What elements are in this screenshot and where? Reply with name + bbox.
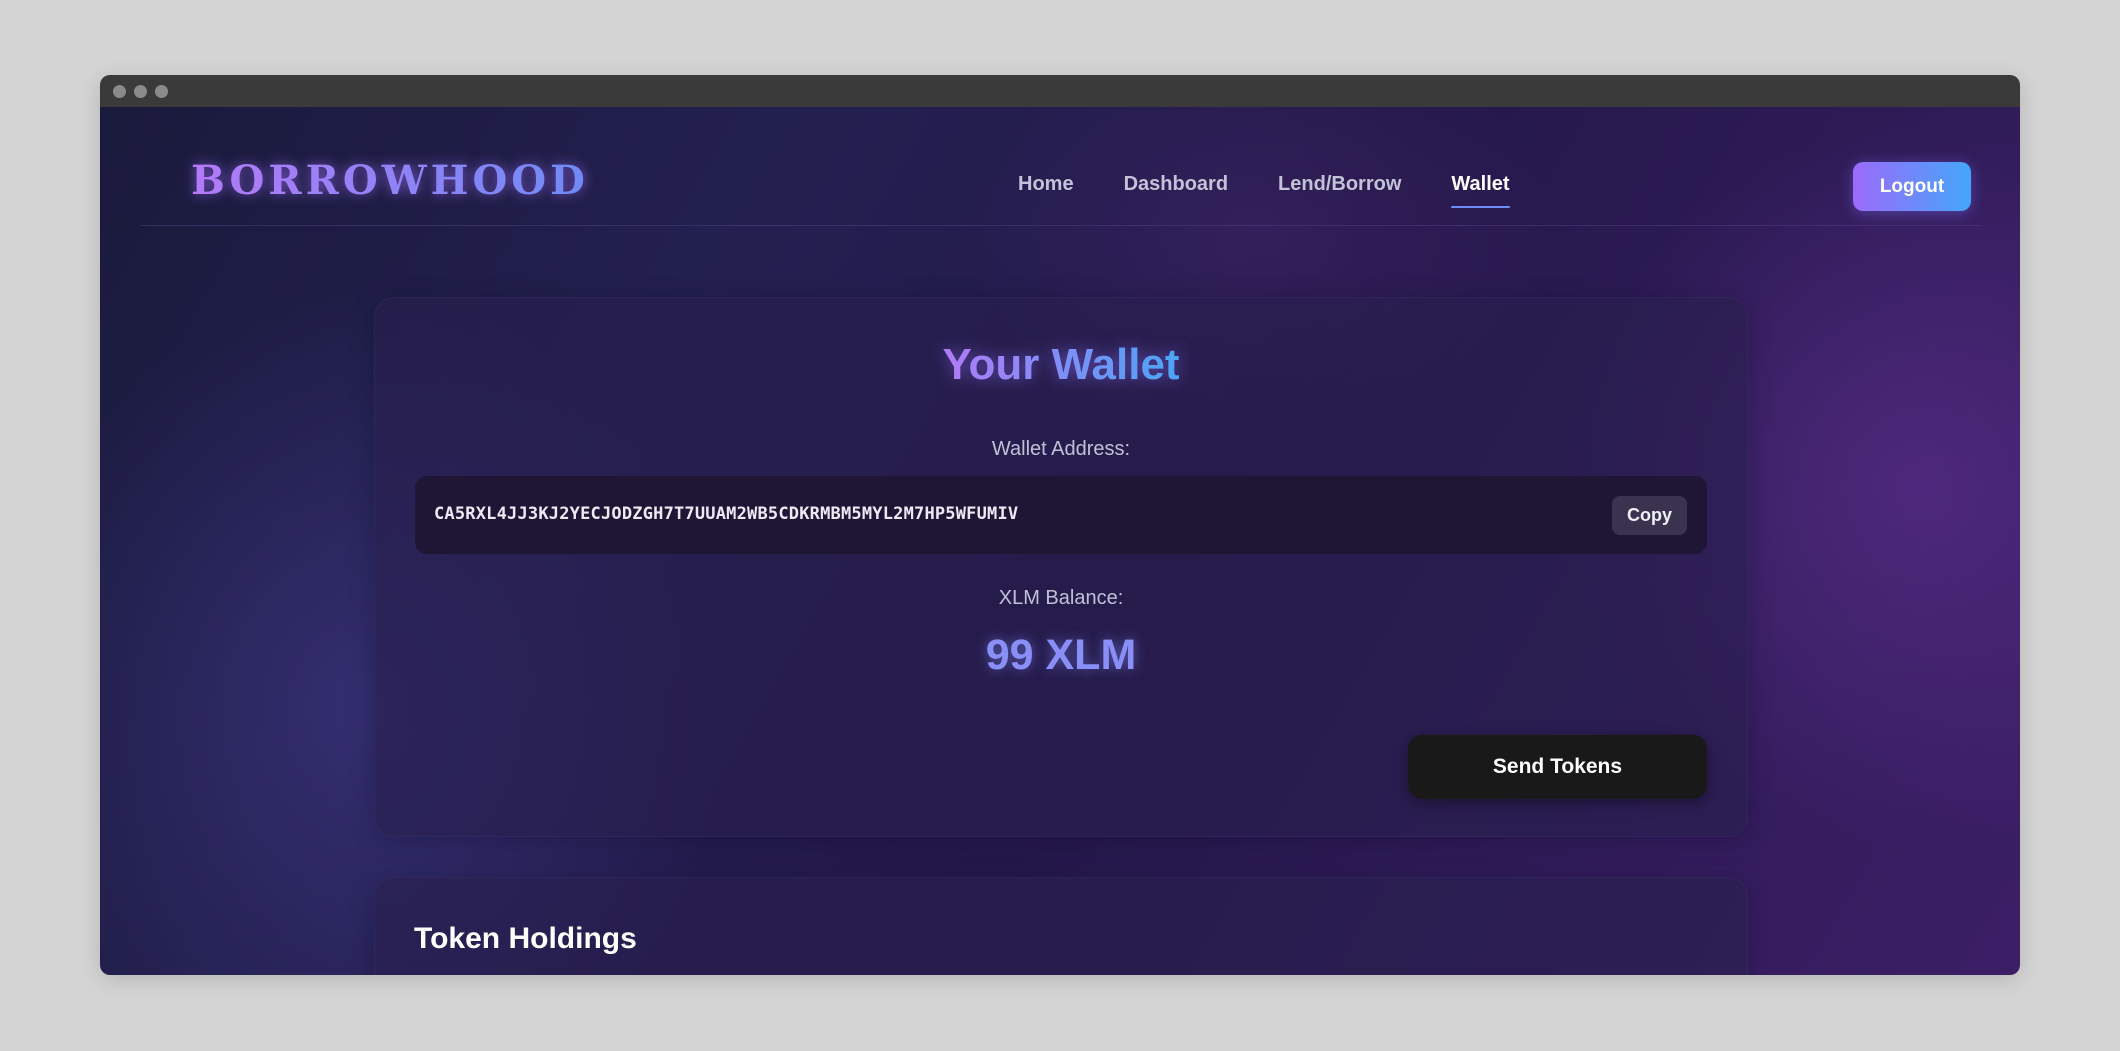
browser-window: BORROWHOOD Home Dashboard Lend/Borrow Wa… (100, 75, 2020, 975)
copy-address-button[interactable]: Copy (1612, 496, 1687, 535)
xlm-balance-label: XLM Balance: (998, 587, 1124, 609)
wallet-address-box: CA5RXL4JJ3KJ2YECJODZGH7T7UUAM2WB5CDKRMBM… (415, 476, 1707, 554)
nav-link-home[interactable]: Home (1018, 173, 1074, 208)
window-dot-close[interactable] (113, 84, 126, 98)
nav-link-dashboard[interactable]: Dashboard (1124, 173, 1228, 208)
token-holdings-card: Token Holdings (374, 877, 1748, 975)
nav-link-lend-borrow[interactable]: Lend/Borrow (1278, 173, 1401, 208)
xlm-balance-value: 99 XLM (985, 631, 1137, 679)
window-titlebar (100, 75, 2020, 107)
send-tokens-button[interactable]: Send Tokens (1408, 735, 1707, 799)
brand-logo[interactable]: BORROWHOOD (191, 161, 589, 201)
page-title-text: Your Wallet (942, 340, 1180, 389)
main-menu: Home Dashboard Lend/Borrow Wallet (1018, 173, 1510, 208)
nav-link-wallet[interactable]: Wallet (1451, 173, 1510, 208)
page-title: Your Wallet (375, 340, 1747, 390)
app-viewport: BORROWHOOD Home Dashboard Lend/Borrow Wa… (100, 107, 2020, 975)
wallet-address-value: CA5RXL4JJ3KJ2YECJODZGH7T7UUAM2WB5CDKRMBM… (434, 504, 1019, 524)
logout-button[interactable]: Logout (1853, 162, 1971, 211)
top-navbar: BORROWHOOD Home Dashboard Lend/Borrow Wa… (140, 107, 1980, 226)
window-dot-minimize[interactable] (134, 84, 147, 98)
token-holdings-title: Token Holdings (414, 922, 637, 955)
wallet-card: Your Wallet Wallet Address: CA5RXL4JJ3KJ… (374, 297, 1748, 837)
wallet-address-label: Wallet Address: (991, 438, 1131, 460)
window-dot-maximize[interactable] (155, 84, 168, 98)
